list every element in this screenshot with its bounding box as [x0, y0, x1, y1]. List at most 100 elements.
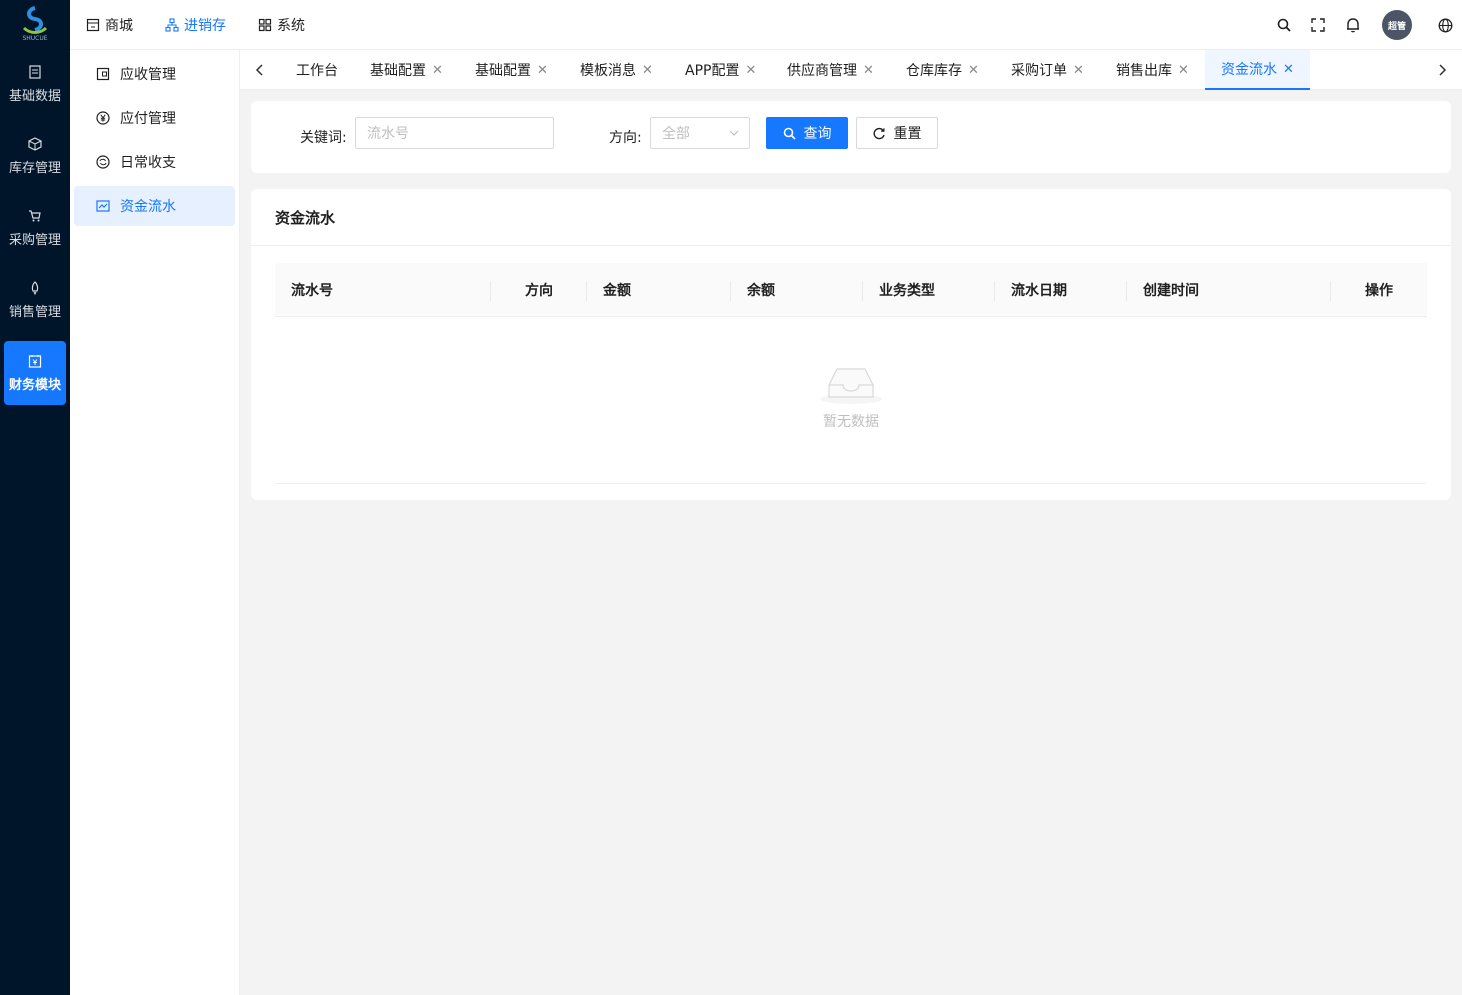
tab-workbench[interactable]: 工作台 [280, 50, 354, 90]
sidebar-item-label: 应付管理 [120, 111, 176, 127]
tab-template-messages[interactable]: 模板消息 ✕ [564, 50, 669, 90]
nav-mall[interactable]: 商城 [86, 0, 133, 50]
tab-label: 工作台 [296, 63, 338, 79]
tab-app-config[interactable]: APP配置 ✕ [669, 50, 772, 90]
brand-logo[interactable]: SHUCUE [18, 6, 52, 44]
tabs-scroll-right-icon[interactable] [1432, 60, 1452, 80]
tab-basic-config[interactable]: 基础配置 ✕ [354, 50, 459, 90]
tab-purchase-orders[interactable]: 采购订单 ✕ [995, 50, 1100, 90]
close-icon[interactable]: ✕ [745, 63, 756, 78]
empty-text: 暂无数据 [823, 414, 879, 430]
rail-item-purchase[interactable]: 采购管理 [4, 196, 66, 260]
table-header: 流水号 方向 金额 余额 业务类型 流水日期 创建时间 操作 [275, 263, 1427, 317]
direction-select[interactable]: 全部 [650, 117, 750, 149]
column-header-created-time[interactable]: 创建时间 [1143, 263, 1199, 317]
sidebar-item-fund-flow[interactable]: 资金流水 [74, 186, 235, 226]
search-icon[interactable] [1274, 15, 1294, 35]
keyword-placeholder: 流水号 [367, 126, 409, 142]
tab-label: 资金流水 [1221, 62, 1277, 78]
nav-system[interactable]: 系统 [258, 0, 305, 50]
avatar[interactable]: 超管 [1382, 10, 1412, 40]
rocket-icon [31, 280, 39, 295]
nav-label: 商城 [105, 18, 133, 34]
tab-warehouse-stock[interactable]: 仓库库存 ✕ [890, 50, 995, 90]
close-icon[interactable]: ✕ [1073, 63, 1084, 78]
rail-item-label: 销售管理 [8, 304, 61, 320]
fullscreen-icon[interactable] [1308, 15, 1328, 35]
empty-inbox-icon [820, 368, 882, 404]
search-button-label: 查询 [803, 126, 832, 142]
rail-item-label: 基础数据 [8, 88, 61, 104]
keyword-input[interactable]: 流水号 [355, 117, 554, 149]
yen-circle-icon [96, 111, 110, 125]
column-separator [862, 281, 863, 301]
tab-label: 模板消息 [580, 63, 636, 79]
column-separator [490, 281, 491, 301]
reload-icon [873, 127, 885, 139]
tab-fund-flow[interactable]: 资金流水 ✕ [1205, 50, 1310, 90]
column-separator [586, 281, 587, 301]
tab-label: 基础配置 [370, 63, 426, 79]
close-icon[interactable]: ✕ [537, 63, 548, 78]
rail-item-label: 采购管理 [8, 232, 61, 248]
column-header-flow-date[interactable]: 流水日期 [1011, 263, 1067, 317]
rail-item-label: 财务模块 [8, 377, 61, 393]
tab-basic-config-2[interactable]: 基础配置 ✕ [459, 50, 564, 90]
sidebar-item-receivables[interactable]: 应收管理 [74, 54, 235, 94]
column-separator [1126, 281, 1127, 301]
fund-flow-table-card: 资金流水 流水号 方向 金额 余额 业务类型 流水日期 创建时间 操作 暂无数据 [251, 189, 1451, 500]
close-icon[interactable]: ✕ [1178, 63, 1189, 78]
sidebar-item-label: 资金流水 [120, 199, 176, 215]
top-header: 商城 进销存 系统 超管 [70, 0, 1462, 50]
chevron-down-icon [729, 130, 739, 136]
close-icon[interactable]: ✕ [432, 63, 443, 78]
direction-select-value: 全部 [662, 126, 690, 142]
search-icon [783, 127, 796, 140]
rail-item-inventory[interactable]: 库存管理 [4, 124, 66, 188]
close-icon[interactable]: ✕ [863, 63, 874, 78]
column-header-direction[interactable]: 方向 [525, 263, 553, 317]
column-header-business-type[interactable]: 业务类型 [879, 263, 935, 317]
close-icon[interactable]: ✕ [1283, 62, 1294, 77]
sidebar-item-payables[interactable]: 应付管理 [74, 98, 235, 138]
sidebar-item-daily-income-expense[interactable]: 日常收支 [74, 142, 235, 182]
tabs-scroll-left-icon[interactable] [250, 60, 270, 80]
search-button[interactable]: 查询 [766, 117, 848, 149]
divider [251, 245, 1451, 246]
finance-icon [28, 354, 42, 368]
store-icon [86, 18, 100, 32]
rail-item-basic-data[interactable]: 基础数据 [4, 52, 66, 116]
bell-icon[interactable] [1343, 15, 1363, 35]
rail-item-sales[interactable]: 销售管理 [4, 268, 66, 332]
rail-item-finance[interactable]: 财务模块 [4, 341, 66, 405]
tab-sales-outbound[interactable]: 销售出库 ✕ [1100, 50, 1205, 90]
apps-icon [258, 18, 272, 32]
sidebar-item-label: 日常收支 [120, 155, 176, 171]
tabs-bar: 工作台 基础配置 ✕ 基础配置 ✕ 模板消息 ✕ APP配置 ✕ 供应商管理 ✕… [240, 50, 1462, 90]
close-icon[interactable]: ✕ [968, 63, 979, 78]
column-header-balance[interactable]: 余额 [747, 263, 775, 317]
tab-supplier-management[interactable]: 供应商管理 ✕ [771, 50, 890, 90]
document-icon [29, 64, 41, 79]
nav-label: 进销存 [184, 18, 226, 34]
hierarchy-icon [165, 18, 179, 32]
column-header-actions: 操作 [1365, 283, 1393, 299]
column-header-amount[interactable]: 金额 [603, 263, 631, 317]
tab-label: 仓库库存 [906, 63, 962, 79]
tab-label: 供应商管理 [787, 63, 857, 79]
language-icon[interactable] [1435, 15, 1455, 35]
table-bottom-border [275, 483, 1427, 484]
column-separator [1330, 281, 1331, 301]
tab-label: 销售出库 [1116, 63, 1172, 79]
card-title: 资金流水 [275, 209, 336, 227]
cart-icon [29, 209, 41, 221]
nav-label: 系统 [277, 18, 305, 34]
filter-card: 关键词: 流水号 方向: 全部 查询 重置 [251, 101, 1451, 173]
close-icon[interactable]: ✕ [642, 63, 653, 78]
nav-inventory-sales[interactable]: 进销存 [165, 0, 226, 50]
column-header-serial-number[interactable]: 流水号 [291, 263, 333, 317]
keyword-label: 关键词: [300, 130, 347, 146]
reset-button[interactable]: 重置 [856, 117, 938, 149]
tab-label: 基础配置 [475, 63, 531, 79]
cycle-icon [96, 155, 110, 169]
